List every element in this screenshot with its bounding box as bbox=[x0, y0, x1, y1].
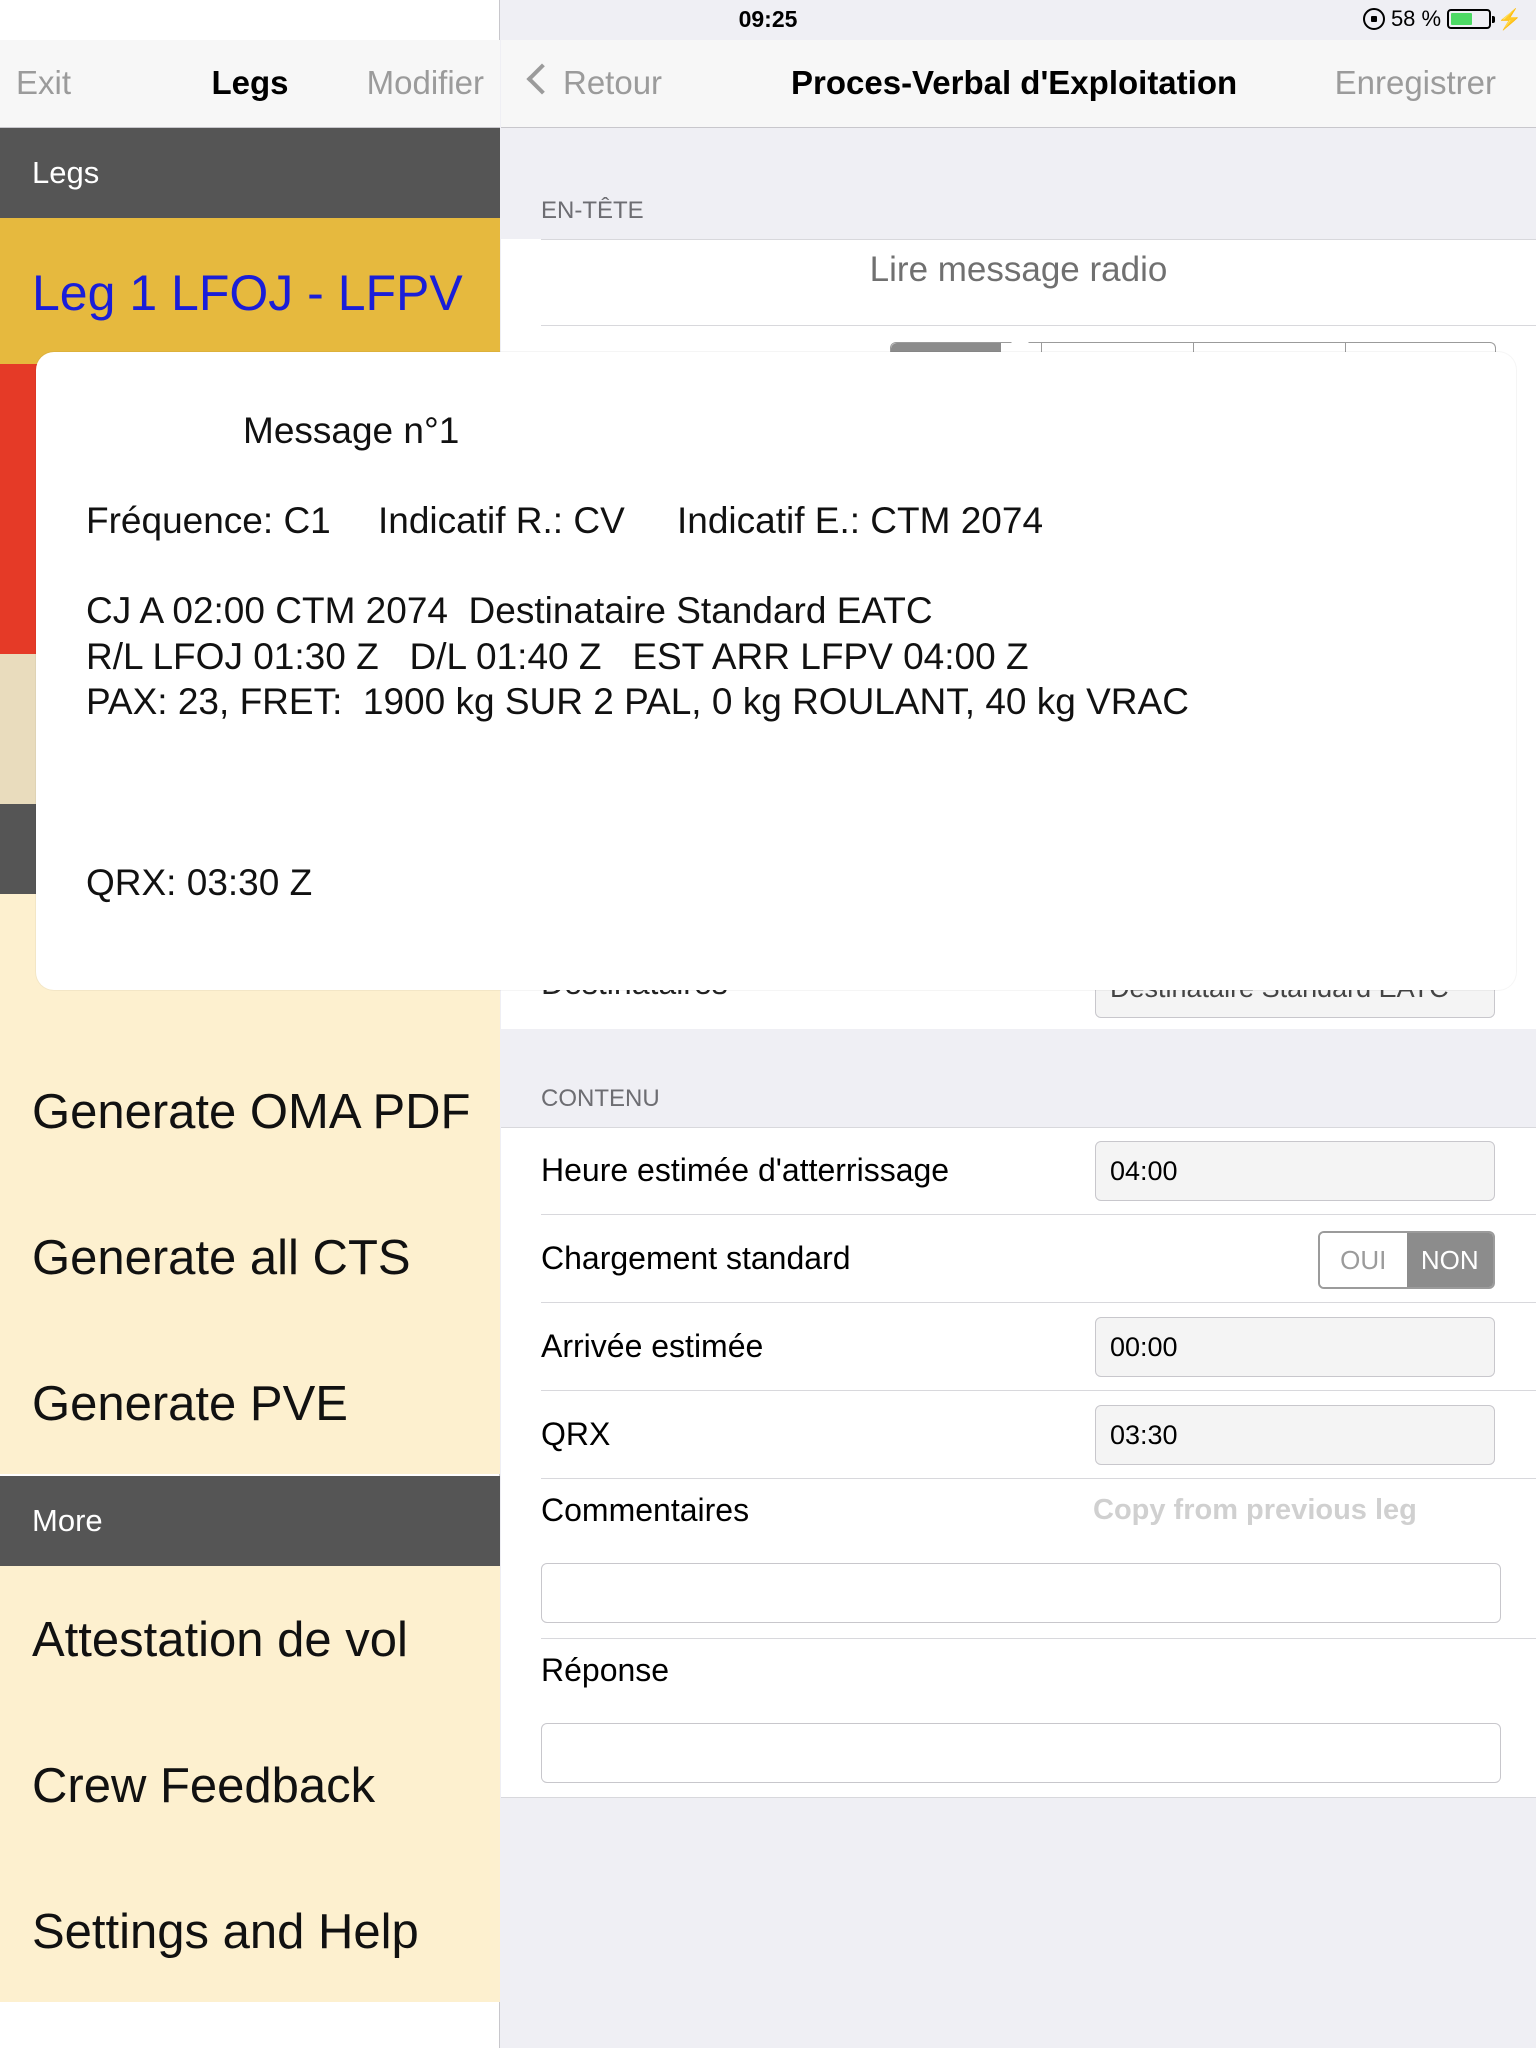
indicatif-e-text: Indicatif E.: CTM 2074 bbox=[677, 500, 1044, 541]
popover-arrow bbox=[1000, 334, 1040, 354]
chevron-left-icon[interactable] bbox=[526, 63, 558, 95]
response-label: Réponse bbox=[541, 1652, 670, 1688]
message-line-1: CJ A 02:00 CTM 2074 Destinataire Standar… bbox=[86, 590, 933, 631]
qrx-label: QRX bbox=[541, 1416, 611, 1452]
message-line-3: PAX: 23, FRET: 1900 kg SUR 2 PAL, 0 kg R… bbox=[86, 681, 1189, 722]
qrx-field[interactable]: 03:30 bbox=[1095, 1405, 1495, 1465]
charging-icon: ⚡ bbox=[1497, 8, 1522, 31]
copy-previous-leg-button[interactable]: Copy from previous leg bbox=[1093, 1494, 1417, 1527]
comments-label: Commentaires bbox=[541, 1492, 750, 1528]
message-line-2: R/L LFOJ 01:30 Z D/L 01:40 Z EST ARR LFP… bbox=[86, 636, 1029, 677]
content-section-label: CONTENU bbox=[541, 1085, 660, 1112]
response-field[interactable] bbox=[541, 1723, 1501, 1783]
radio-message-popover: Message n°1 Fréquence: C1 Indicatif R.: … bbox=[36, 352, 1516, 990]
arrival-field[interactable]: 00:00 bbox=[1095, 1317, 1495, 1377]
battery-icon bbox=[1447, 9, 1496, 29]
generate-pve-item[interactable]: Generate PVE bbox=[32, 1376, 348, 1432]
rotation-lock-icon bbox=[1362, 8, 1385, 30]
more-section-header: More bbox=[0, 1476, 500, 1566]
right-nav-bar: Retour Proces-Verbal d'Exploitation Enre… bbox=[501, 40, 1536, 128]
standard-loading-label: Chargement standard bbox=[541, 1240, 851, 1276]
left-nav-title: Legs bbox=[211, 64, 289, 101]
settings-help-item[interactable]: Settings and Help bbox=[32, 1904, 419, 1960]
more-menu: Attestation de vol Crew Feedback Setting… bbox=[0, 1566, 500, 2002]
left-nav-bar: Exit Legs Modifier bbox=[0, 40, 500, 128]
save-button[interactable]: Enregistrer bbox=[1335, 64, 1496, 102]
header-section-label: EN-TÊTE bbox=[541, 197, 644, 224]
eta-field[interactable]: 04:00 bbox=[1095, 1141, 1495, 1201]
attestation-item[interactable]: Attestation de vol bbox=[32, 1612, 408, 1668]
non-option[interactable]: NON bbox=[1406, 1233, 1493, 1287]
indicatif-r-text: Indicatif R.: CV bbox=[378, 500, 625, 541]
page-title: Proces-Verbal d'Exploitation bbox=[791, 64, 1238, 101]
left-panel: Exit Legs Modifier Legs Leg 1 LFOJ - LFP… bbox=[0, 0, 500, 2048]
leg-row[interactable]: Leg 1 LFOJ - LFPV bbox=[0, 218, 500, 364]
arrival-label: Arrivée estimée bbox=[541, 1328, 764, 1364]
modifier-button[interactable]: Modifier bbox=[367, 64, 484, 102]
message-qrx: QRX: 03:30 Z bbox=[86, 862, 313, 903]
crew-feedback-item[interactable]: Crew Feedback bbox=[32, 1758, 375, 1814]
back-button[interactable]: Retour bbox=[563, 64, 662, 102]
eta-label: Heure estimée d'atterrissage bbox=[541, 1152, 950, 1188]
frequency-text: Fréquence: C1 bbox=[86, 500, 331, 541]
standard-loading-toggle[interactable]: OUI NON bbox=[1318, 1231, 1495, 1289]
comments-field[interactable] bbox=[541, 1563, 1501, 1623]
legs-section-header: Legs bbox=[0, 128, 500, 218]
battery-percent: 58 % bbox=[1390, 6, 1442, 31]
oui-option[interactable]: OUI bbox=[1320, 1233, 1407, 1287]
message-title: Message n°1 bbox=[243, 410, 460, 451]
read-radio-button[interactable]: Lire message radio bbox=[501, 250, 1536, 290]
generate-all-cts-item[interactable]: Generate all CTS bbox=[32, 1230, 411, 1286]
status-right: 58 % ⚡ bbox=[1362, 6, 1522, 32]
generate-oma-pdf-item[interactable]: Generate OMA PDF bbox=[32, 1084, 470, 1140]
